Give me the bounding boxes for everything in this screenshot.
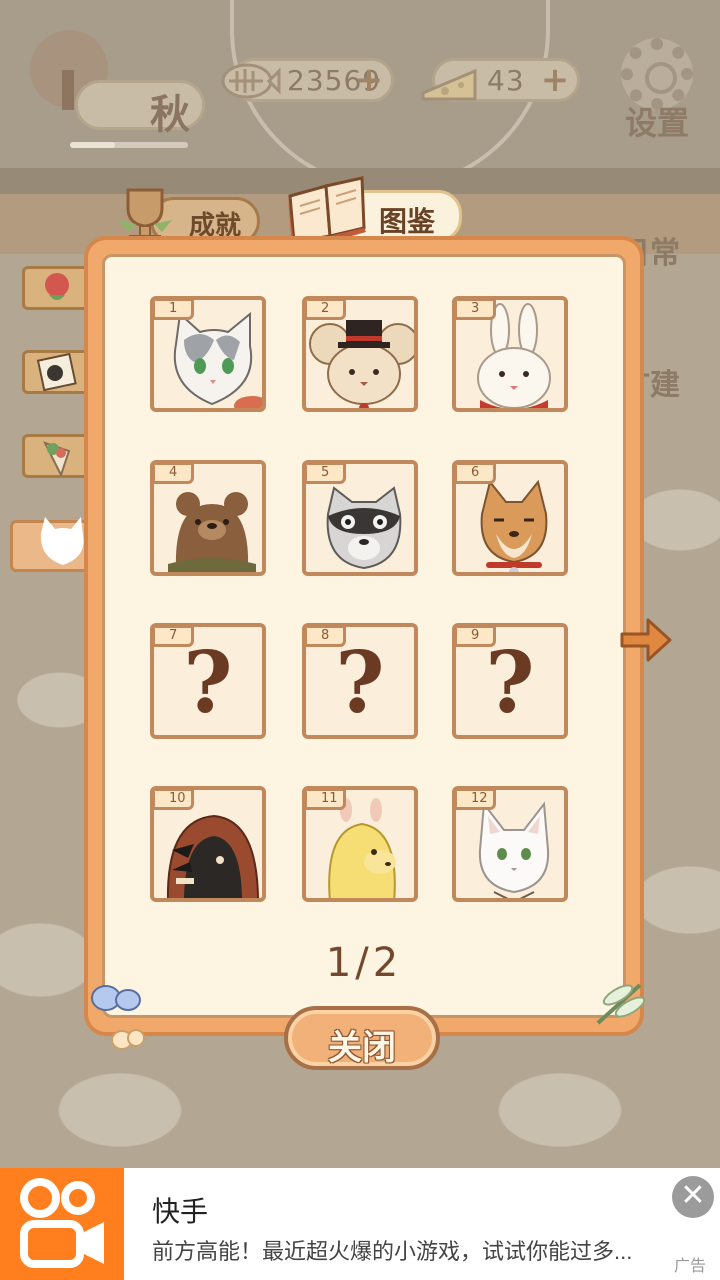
settings-button[interactable]: 设置 (612, 38, 702, 142)
cell-number: 7 (154, 627, 194, 647)
close-button[interactable]: 关闭 (284, 1006, 440, 1070)
season-indicator[interactable]: 秋 (30, 30, 205, 148)
page-indicator: 1/2 (325, 940, 403, 986)
collection-cell-6[interactable]: 6 (452, 460, 568, 576)
ad-tag: 广告 (674, 1258, 707, 1275)
collection-cell-2[interactable]: 2 (302, 296, 418, 412)
bouquet-icon (43, 441, 71, 477)
rose-icon (45, 273, 69, 300)
cheese-icon (421, 68, 477, 101)
fish-bone-icon (221, 63, 281, 99)
unknown-mark: ? (335, 633, 385, 732)
photo-icon (36, 353, 77, 392)
collection-cell-4[interactable]: 4 (150, 460, 266, 576)
collection-cell-8-locked[interactable]: ? 8 (302, 623, 418, 739)
cell-number: 10 (154, 790, 194, 810)
cell-number: 8 (306, 627, 346, 647)
kuaishou-logo-icon (0, 1168, 124, 1280)
cell-number: 6 (456, 464, 496, 484)
cheese-currency: 43 + (421, 58, 580, 102)
collection-cell-7-locked[interactable]: ? 7 (150, 623, 266, 739)
ad-banner[interactable]: 快手 前方高能！最近超火爆的小游戏，试试你能过多... (0, 1168, 720, 1280)
season-label: 秋 (150, 92, 190, 138)
cell-number: 11 (306, 790, 346, 810)
dragonfly-decoration-icon (596, 983, 646, 1025)
collection-cell-9-locked[interactable]: ? 9 (452, 623, 568, 739)
unknown-mark: ? (485, 633, 535, 732)
butterfly-decoration-icon (91, 985, 145, 1050)
ad-close-button[interactable]: ✕ (672, 1176, 714, 1218)
cell-number: 2 (306, 300, 346, 320)
cell-number: 5 (306, 464, 346, 484)
ad-description: 前方高能！最近超火爆的小游戏，试试你能过多... (152, 1239, 633, 1264)
unknown-mark: ? (183, 633, 233, 732)
collection-cell-10[interactable]: 10 (150, 786, 266, 902)
cell-number: 4 (154, 464, 194, 484)
close-button-label: 关闭 (328, 1028, 396, 1068)
collection-cell-5[interactable]: 5 (302, 460, 418, 576)
collection-cell-3[interactable]: 3 (452, 296, 568, 412)
settings-label: 设置 (624, 104, 689, 142)
open-book-icon (288, 176, 366, 244)
season-progress (70, 142, 188, 148)
cell-number: 1 (154, 300, 194, 320)
cheese-count: 43 (487, 64, 525, 97)
add-cheese-button[interactable]: + (539, 63, 571, 97)
cell-number: 3 (456, 300, 496, 320)
collection-cell-12[interactable]: 12 (452, 786, 568, 902)
cell-number: 9 (456, 627, 496, 647)
tab-encyclopedia-label: 图鉴 (379, 205, 436, 238)
tree-trunk (62, 70, 74, 110)
side-tab-rose[interactable] (22, 266, 92, 310)
side-tab-photo[interactable] (22, 350, 92, 394)
add-fish-button[interactable]: + (353, 63, 385, 97)
side-tab-bouquet[interactable] (22, 434, 92, 478)
cell-number: 12 (456, 790, 496, 810)
ad-title: 快手 (152, 1196, 209, 1227)
next-page-arrow-icon[interactable] (618, 612, 674, 668)
collection-cell-1[interactable]: 1 (150, 296, 266, 412)
fish-currency: 23569 + (221, 58, 394, 102)
collection-cell-11[interactable]: 11 (302, 786, 418, 902)
